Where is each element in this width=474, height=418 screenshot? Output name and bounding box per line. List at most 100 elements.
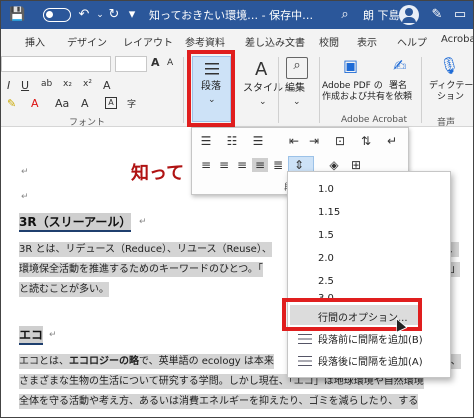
justify-icon[interactable]: ≡ — [252, 158, 268, 172]
borders-icon[interactable]: ⊞ — [348, 158, 364, 172]
tab-references[interactable]: 参考資料 — [185, 34, 225, 49]
underline-icon[interactable]: U — [21, 79, 29, 92]
spacing-option-1-15[interactable]: 1.15 — [318, 207, 340, 218]
tab-view[interactable]: 表示 — [357, 34, 377, 49]
separator — [278, 57, 279, 123]
line-spacing-icon: ⇕ — [293, 158, 305, 172]
microphone-icon[interactable]: 🎙 — [439, 56, 459, 75]
body-line: エコとは、エコロジーの略で、英単語の ecology は本来 — [19, 354, 274, 369]
spacing-option-2-0[interactable]: 2.0 — [318, 253, 334, 264]
tab-layout[interactable]: レイアウト — [123, 34, 173, 49]
multilevel-list-icon[interactable]: ☰ — [250, 134, 266, 148]
align-center-icon[interactable]: ≡ — [216, 158, 232, 172]
clear-format-icon[interactable]: A — [81, 97, 89, 110]
tab-help[interactable]: ヘルプ — [397, 34, 427, 49]
change-case-icon[interactable]: Aa — [55, 97, 69, 110]
italic-icon[interactable]: I — [7, 79, 10, 92]
document-title: 知っておきたい環境… - 保存中… — [149, 9, 314, 22]
paragraph-mark: ↵ — [139, 217, 147, 227]
spacing-option-2-5[interactable]: 2.5 — [318, 276, 334, 287]
align-right-icon[interactable]: ≡ — [234, 158, 250, 172]
font-name-select[interactable] — [1, 56, 111, 72]
ribbon-display-icon[interactable]: ▭ — [453, 6, 467, 24]
magnifier-icon[interactable]: ⌕ — [286, 57, 308, 79]
superscript-icon[interactable]: x² — [83, 79, 92, 89]
show-marks-icon[interactable]: ↵ — [384, 134, 400, 148]
char-border-icon[interactable]: A — [105, 97, 117, 109]
adobe-pdf-label-2[interactable]: 作成および共有 — [322, 91, 385, 103]
document-heading: 知って — [131, 163, 185, 184]
asian-layout-icon[interactable]: ⊡ — [332, 134, 348, 148]
separator — [183, 57, 184, 123]
add-space-before-item[interactable]: 段落前に間隔を追加(B) — [318, 331, 423, 346]
spacing-option-1-0[interactable]: 1.0 — [318, 184, 334, 195]
tab-design[interactable]: デザイン — [67, 34, 107, 49]
text-effects-icon[interactable]: A — [103, 79, 111, 92]
text-run: で、英単語の ecology は本来 — [139, 356, 274, 367]
style-button-label[interactable]: スタイル — [243, 83, 283, 95]
shading-icon[interactable]: ◈ — [326, 158, 342, 172]
body-line: と読むことが多い。 — [19, 282, 109, 297]
chevron-down-icon[interactable]: ⌄ — [259, 97, 267, 107]
enclose-char-icon[interactable]: 字 — [127, 97, 136, 110]
decrease-indent-icon[interactable]: ⇤ — [286, 134, 302, 148]
add-space-before-icon — [298, 334, 312, 345]
bold-text: エコロジーの略 — [69, 356, 139, 367]
tab-mailings[interactable]: 差し込み文書 — [245, 34, 305, 49]
tab-insert[interactable]: 挿入 — [25, 34, 45, 49]
save-icon[interactable]: 💾 — [9, 6, 25, 24]
chevron-down-icon[interactable]: ⌄ — [95, 6, 105, 24]
word-window: 💾 ↶ ⌄ ↻ ▾ 知っておきたい環境… - 保存中… ⌕ 朗 下島 ✎ ▭ 挿… — [0, 0, 474, 418]
redo-icon[interactable]: ↻ — [107, 6, 121, 24]
voice-group-label: 音声 — [437, 118, 456, 128]
pdf-create-icon[interactable]: ▣ — [343, 56, 358, 75]
spacing-option-1-5[interactable]: 1.5 — [318, 230, 334, 241]
sign-request-icon[interactable]: ✍ — [393, 56, 406, 75]
customize-qat-icon[interactable]: ▾ — [125, 6, 139, 24]
sign-label-2[interactable]: を依頼 — [385, 91, 412, 103]
bullets-icon[interactable]: ☰ — [198, 134, 214, 148]
callout-box-paragraph — [187, 50, 235, 127]
tab-review[interactable]: 校閲 — [319, 34, 339, 49]
undo-icon[interactable]: ↶ — [77, 6, 91, 24]
search-icon[interactable]: ⌕ — [337, 6, 353, 24]
strikethrough-icon[interactable]: ab — [41, 79, 52, 89]
shrink-font-icon[interactable]: A — [167, 58, 173, 68]
align-left-icon[interactable]: ≡ — [198, 158, 214, 172]
sort-icon[interactable]: ⇅ — [358, 134, 374, 148]
font-color-icon[interactable]: A — [31, 97, 39, 110]
separator — [421, 57, 422, 123]
numbering-icon[interactable]: ☷ — [224, 134, 240, 148]
separator — [319, 57, 320, 123]
title-bar: 💾 ↶ ⌄ ↻ ▾ 知っておきたい環境… - 保存中… ⌕ 朗 下島 ✎ ▭ — [1, 1, 473, 29]
chevron-down-icon[interactable]: ⌄ — [293, 97, 301, 107]
paragraph-mark: ↵ — [49, 330, 57, 340]
ribbon: A A I U ab x₂ x² A ✎ A Aa A A 字 フォント スタイ… — [1, 51, 473, 128]
paragraph-mark: ↵ — [21, 192, 29, 202]
font-group-label: フォント — [69, 118, 106, 128]
ribbon-tabs: 挿入 デザイン レイアウト 参考資料 差し込み文書 校閲 表示 ヘルプ Acro… — [1, 29, 473, 51]
tab-acrobat[interactable]: Acrobat — [441, 34, 473, 45]
adobe-group-label: Adobe Acrobat — [341, 115, 408, 125]
increase-indent-icon[interactable]: ⇥ — [306, 134, 322, 148]
distribute-icon[interactable]: ≣ — [270, 158, 286, 172]
highlight-icon[interactable]: ✎ — [7, 97, 16, 110]
dictation-label-2[interactable]: ション — [437, 91, 464, 103]
font-size-select[interactable] — [115, 56, 147, 72]
line-spacing-dropdown: 1.0 1.15 1.5 2.0 2.5 3.0 行間のオプション... 段落前… — [287, 171, 451, 378]
add-space-after-icon — [298, 356, 312, 367]
heading-3r: 3R（スリーアール） — [19, 213, 132, 232]
autosave-toggle[interactable] — [43, 8, 71, 22]
styles-icon[interactable]: A — [255, 59, 267, 80]
add-space-after-item[interactable]: 段落後に間隔を追加(A) — [318, 353, 423, 368]
edit-button-label[interactable]: 編集 — [285, 83, 305, 95]
subscript-icon[interactable]: x₂ — [63, 79, 72, 89]
body-line: 全体を守る活動や考え方、あるいは消費エネルギーを抑えたり、ゴミを減らしたり、する — [19, 394, 419, 409]
text-run: エコとは、 — [19, 356, 69, 367]
heading-eco: エコ — [19, 326, 44, 345]
toggle-knob — [46, 11, 53, 18]
user-name[interactable]: 朗 下島 — [363, 7, 400, 23]
grow-font-icon[interactable]: A — [151, 56, 160, 69]
pen-icon[interactable]: ✎ — [429, 6, 445, 24]
avatar[interactable] — [399, 5, 419, 25]
